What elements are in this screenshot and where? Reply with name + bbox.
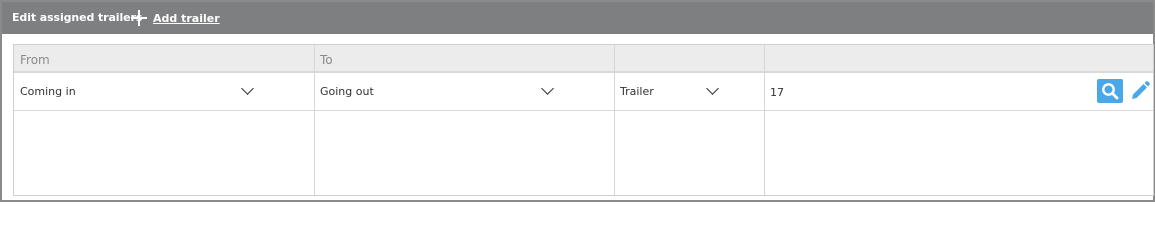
assigned-trailers-panel: Edit assigned trailers Add trailer From … [0, 0, 1155, 202]
table-row: Coming in Going out Trailer 17 [14, 73, 1153, 111]
search-button[interactable] [1097, 79, 1123, 103]
from-select[interactable]: Coming in [14, 73, 314, 110]
trailer-number: 17 [770, 86, 784, 99]
search-icon [1102, 83, 1119, 100]
column-divider [614, 45, 615, 195]
chevron-down-icon [706, 82, 719, 95]
plus-icon [130, 9, 148, 27]
chevron-down-icon [541, 82, 554, 95]
column-divider [764, 45, 765, 195]
to-select[interactable]: Going out [315, 73, 614, 110]
add-trailer-label: Add trailer [153, 11, 220, 25]
chevron-down-icon [241, 82, 254, 95]
edit-button[interactable] [1129, 80, 1151, 102]
from-select-value: Coming in [20, 85, 76, 98]
column-header-to: To [320, 53, 333, 67]
add-trailer-link[interactable]: Add trailer [130, 8, 220, 28]
type-select-value: Trailer [620, 85, 654, 98]
pencil-icon [1132, 81, 1150, 99]
grid-header-row: From To [14, 45, 1153, 73]
panel-title: Edit assigned trailers [12, 11, 143, 24]
column-divider [314, 45, 315, 195]
column-header-from: From [20, 53, 50, 67]
to-select-value: Going out [320, 85, 374, 98]
trailers-grid: From To Coming in Going out Trailer 17 [13, 44, 1154, 196]
type-select[interactable]: Trailer [615, 73, 764, 110]
panel-header: Edit assigned trailers Add trailer [2, 2, 1153, 34]
